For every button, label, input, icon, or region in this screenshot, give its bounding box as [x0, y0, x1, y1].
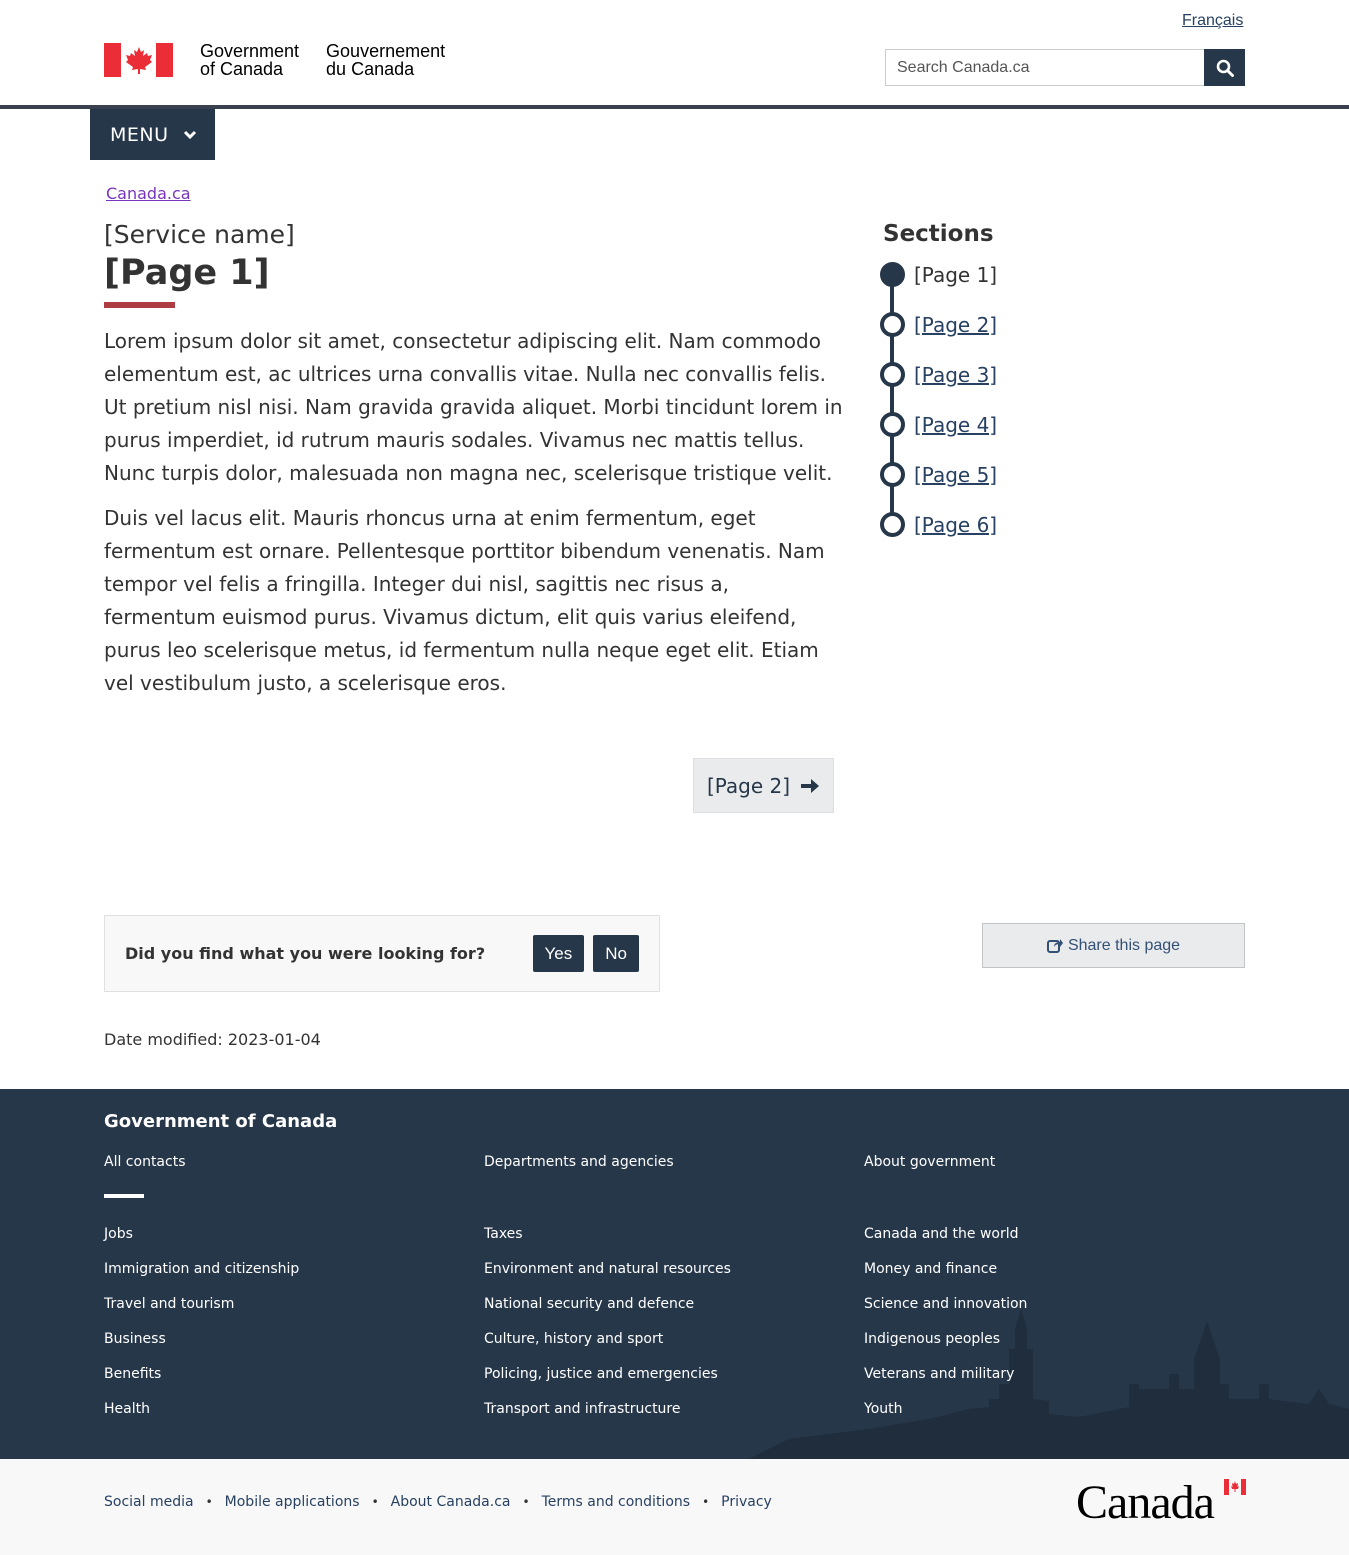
section-item-page-3[interactable]: [Page 3]	[880, 362, 997, 412]
section-item-page-4[interactable]: [Page 4]	[880, 412, 997, 462]
separator-dot: •	[205, 1495, 213, 1509]
share-icon	[1046, 939, 1063, 953]
goc-signature[interactable]: Government of Canada Gouvernement du Can…	[104, 42, 445, 78]
service-name: [Service name]	[104, 220, 295, 249]
parliament-skyline-illustration	[749, 1309, 1349, 1459]
section-item-link[interactable]: [Page 4]	[914, 412, 997, 438]
footer-link-about-canada-ca[interactable]: About Canada.ca	[391, 1494, 511, 1510]
step-marker	[880, 362, 905, 387]
sections-nav: [Page 1] [Page 2] [Page 3] [Page 4] [Pag…	[880, 262, 997, 562]
section-item-page-1: [Page 1]	[880, 262, 997, 312]
footer-link[interactable]: National security and defence	[484, 1296, 694, 1312]
next-page-label: [Page 2]	[706, 773, 791, 798]
section-item-link[interactable]: [Page 6]	[914, 512, 997, 538]
footer-link-privacy[interactable]: Privacy	[721, 1494, 772, 1510]
footer-link-all-contacts[interactable]: All contacts	[104, 1154, 186, 1170]
footer-link-terms[interactable]: Terms and conditions	[542, 1494, 691, 1510]
footer-bottom-links: Social media • Mobile applications • Abo…	[104, 1494, 772, 1510]
search-button[interactable]	[1204, 49, 1245, 86]
feedback-no-button[interactable]: No	[593, 935, 639, 972]
section-item-label: [Page 1]	[914, 263, 998, 287]
footer-main: Government of Canada All contacts Depart…	[0, 1089, 1349, 1459]
arrow-right-icon	[801, 778, 820, 793]
separator-dot: •	[522, 1495, 530, 1509]
step-marker	[880, 512, 905, 537]
search-icon	[1216, 59, 1234, 77]
next-page-button[interactable]: [Page 2]	[693, 758, 834, 813]
section-item-page-2[interactable]: [Page 2]	[880, 312, 997, 362]
section-item-page-6[interactable]: [Page 6]	[880, 512, 997, 562]
footer-link[interactable]: Environment and natural resources	[484, 1261, 731, 1277]
canada-wordmark-text: Canada	[1076, 1476, 1215, 1529]
feedback-question: Did you find what you were looking for?	[125, 944, 486, 963]
body-paragraph: Lorem ipsum dolor sit amet, consectetur …	[104, 329, 843, 485]
footer-link[interactable]: Business	[104, 1331, 166, 1347]
page-body: Lorem ipsum dolor sit amet, consectetur …	[104, 325, 844, 712]
footer-link[interactable]: Canada and the world	[864, 1226, 1019, 1242]
section-item-page-5[interactable]: [Page 5]	[880, 462, 997, 512]
canada-wordmark-flag-icon	[1224, 1479, 1246, 1495]
canada-wordmark-logo: Canada	[1076, 1476, 1246, 1529]
footer-column: Jobs Immigration and citizenship Travel …	[104, 1224, 299, 1434]
feedback-panel: Did you find what you were looking for? …	[104, 915, 660, 992]
footer-divider	[104, 1194, 144, 1198]
share-page-button[interactable]: Share this page	[982, 923, 1245, 968]
footer-link-social-media[interactable]: Social media	[104, 1494, 194, 1510]
date-modified: Date modified: 2023-01-04	[104, 1030, 321, 1049]
title-underline	[104, 302, 175, 308]
footer-column: Taxes Environment and natural resources …	[484, 1224, 731, 1434]
step-marker	[880, 462, 905, 487]
search-input[interactable]	[885, 49, 1204, 86]
feedback-yes-button[interactable]: Yes	[532, 935, 585, 972]
footer-link[interactable]: Travel and tourism	[104, 1296, 234, 1312]
footer-link[interactable]: Jobs	[104, 1226, 133, 1242]
section-item-link[interactable]: [Page 2]	[914, 312, 997, 338]
site-search	[885, 49, 1245, 86]
footer-link[interactable]: Science and innovation	[864, 1296, 1027, 1312]
breadcrumb-canada-ca[interactable]: Canada.ca	[106, 184, 191, 203]
step-marker	[880, 412, 905, 437]
footer-link-departments[interactable]: Departments and agencies	[484, 1154, 674, 1170]
step-marker	[880, 312, 905, 337]
footer-link[interactable]: Veterans and military	[864, 1366, 1014, 1382]
footer-link[interactable]: Taxes	[484, 1226, 523, 1242]
share-page-label: Share this page	[1067, 936, 1181, 954]
chevron-down-icon	[183, 130, 197, 140]
footer-sub: Social media • Mobile applications • Abo…	[0, 1459, 1349, 1555]
sections-heading: Sections	[883, 221, 994, 247]
menu-button[interactable]: MENU	[90, 109, 215, 160]
footer-title: Government of Canada	[104, 1111, 338, 1132]
separator-dot: •	[702, 1495, 710, 1509]
footer-link[interactable]: Money and finance	[864, 1261, 997, 1277]
footer-link[interactable]: Indigenous peoples	[864, 1331, 1000, 1347]
body-paragraph: Duis vel lacus elit. Mauris rhoncus urna…	[104, 506, 825, 695]
canada-flag-icon	[104, 43, 173, 77]
step-current-marker	[880, 262, 905, 287]
section-item-link[interactable]: [Page 5]	[914, 462, 997, 488]
footer-link[interactable]: Youth	[864, 1401, 903, 1417]
footer-link[interactable]: Immigration and citizenship	[104, 1261, 299, 1277]
wordmark-french: Gouvernement du Canada	[326, 41, 446, 79]
footer-link-mobile-apps[interactable]: Mobile applications	[225, 1494, 360, 1510]
footer-column: Canada and the world Money and finance S…	[864, 1224, 1027, 1434]
wordmark-english: Government of Canada	[200, 41, 300, 79]
section-item-link[interactable]: [Page 3]	[914, 362, 997, 388]
footer-link-about-government[interactable]: About government	[864, 1154, 995, 1170]
footer-link[interactable]: Health	[104, 1401, 150, 1417]
footer-link[interactable]: Policing, justice and emergencies	[484, 1366, 718, 1382]
language-toggle-link[interactable]: Français	[1182, 12, 1243, 30]
separator-dot: •	[371, 1495, 379, 1509]
footer-link[interactable]: Benefits	[104, 1366, 161, 1382]
menu-label: MENU	[110, 123, 169, 146]
footer-link[interactable]: Transport and infrastructure	[484, 1401, 681, 1417]
footer-link[interactable]: Culture, history and sport	[484, 1331, 663, 1347]
page-title: [Page 1]	[104, 253, 270, 293]
